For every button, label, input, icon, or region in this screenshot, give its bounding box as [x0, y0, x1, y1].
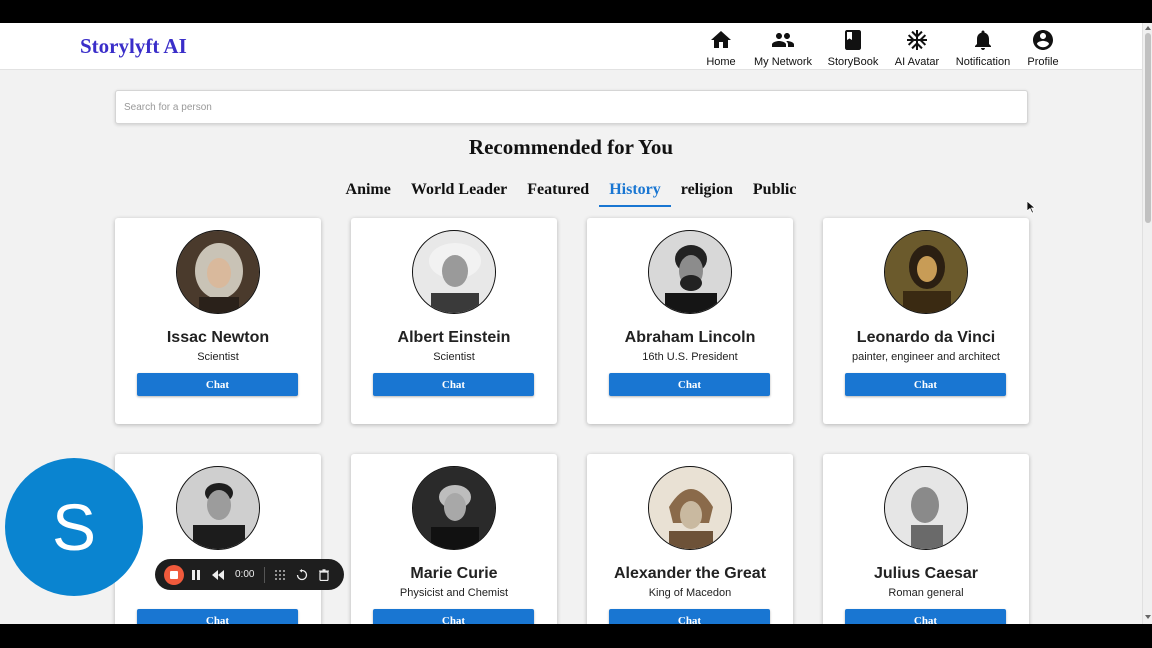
- trash-icon: [319, 568, 330, 581]
- nav-profile-label: Profile: [1027, 56, 1059, 68]
- person-role: painter, engineer and architect: [852, 351, 1000, 363]
- person-portrait: [176, 230, 260, 314]
- person-card: Albert Einstein Scientist Chat: [351, 218, 557, 424]
- drag-handle[interactable]: [269, 564, 291, 586]
- person-name: Abraham Lincoln: [624, 329, 756, 346]
- chat-button[interactable]: Chat: [845, 609, 1006, 624]
- bell-icon: [975, 30, 991, 50]
- nav-my-network-label: My Network: [753, 56, 813, 68]
- brand-logo[interactable]: Storylyft AI: [80, 34, 187, 59]
- screen-bottom-border: [0, 624, 1152, 648]
- scroll-up-arrow-icon[interactable]: [1145, 26, 1151, 30]
- chat-button[interactable]: Chat: [137, 373, 298, 396]
- tab-religion[interactable]: religion: [671, 178, 743, 207]
- person-portrait: [884, 466, 968, 550]
- recording-time: 0:00: [235, 569, 255, 580]
- user-avatar[interactable]: S: [5, 458, 143, 596]
- person-card: Issac Newton Scientist Chat: [115, 218, 321, 424]
- nav-notification[interactable]: Notification: [956, 28, 1010, 68]
- chat-button[interactable]: Chat: [845, 373, 1006, 396]
- person-name: Julius Caesar: [873, 565, 979, 582]
- person-card: Alexander the Great King of Macedon Chat: [587, 454, 793, 624]
- people-icon: [772, 33, 794, 47]
- nav-ai-avatar[interactable]: AI Avatar: [895, 28, 939, 68]
- scroll-thumb[interactable]: [1145, 33, 1151, 223]
- person-portrait: [648, 466, 732, 550]
- app-bar: Storylyft AI Home My Network StoryBook A…: [0, 23, 1142, 70]
- restart-icon: [297, 568, 308, 580]
- tab-featured[interactable]: Featured: [517, 178, 599, 207]
- recorder-divider: [264, 566, 266, 583]
- tab-world-leader[interactable]: World Leader: [401, 178, 517, 207]
- rewind-button[interactable]: [207, 564, 229, 586]
- account-circle-icon: [1033, 30, 1053, 50]
- stop-icon: [164, 564, 184, 585]
- person-name: Albert Einstein: [397, 329, 511, 346]
- screen-top-border: [0, 0, 1152, 23]
- person-name: Alexander the Great: [613, 565, 767, 582]
- pause-button[interactable]: [185, 564, 207, 586]
- nav-storybook[interactable]: StoryBook: [828, 28, 878, 68]
- category-tabs: Anime World Leader Featured History reli…: [0, 178, 1142, 207]
- person-name: Issac Newton: [166, 329, 270, 346]
- person-card: Abraham Lincoln 16th U.S. President Chat: [587, 218, 793, 424]
- person-portrait: [412, 466, 496, 550]
- scroll-down-arrow-icon[interactable]: [1145, 615, 1151, 619]
- tab-history[interactable]: History: [599, 178, 671, 207]
- drag-dots-icon: [275, 569, 286, 580]
- person-card: Nikola Tesla Chat: [115, 454, 321, 624]
- chat-button[interactable]: Chat: [373, 373, 534, 396]
- rewind-icon: [212, 569, 224, 580]
- mouse-cursor-icon: [1027, 201, 1037, 214]
- chat-button[interactable]: Chat: [609, 609, 770, 624]
- nav-home[interactable]: Home: [706, 28, 736, 68]
- user-initial: S: [51, 490, 97, 564]
- screen-recorder-toolbar: 0:00: [155, 559, 344, 590]
- pause-icon: [192, 569, 200, 580]
- tab-anime[interactable]: Anime: [336, 178, 401, 207]
- person-portrait: [412, 230, 496, 314]
- person-portrait: [176, 466, 260, 550]
- nav-storybook-label: StoryBook: [827, 56, 879, 68]
- book-icon: [845, 30, 861, 50]
- nav-ai-avatar-label: AI Avatar: [894, 56, 940, 68]
- delete-button[interactable]: [313, 564, 335, 586]
- home-icon: [711, 31, 731, 48]
- search-input[interactable]: [115, 90, 1028, 124]
- person-card: Leonardo da Vinci painter, engineer and …: [823, 218, 1029, 424]
- person-role: King of Macedon: [648, 587, 732, 599]
- nav-my-network[interactable]: My Network: [754, 28, 812, 68]
- chat-button[interactable]: Chat: [609, 373, 770, 396]
- person-portrait: [884, 230, 968, 314]
- person-name: Leonardo da Vinci: [856, 329, 996, 346]
- page-scrollbar[interactable]: [1142, 23, 1152, 624]
- person-role: Scientist: [197, 351, 239, 363]
- tab-public[interactable]: Public: [743, 178, 807, 207]
- nav-home-label: Home: [706, 56, 736, 68]
- person-role: 16th U.S. President: [642, 351, 738, 363]
- chat-button[interactable]: Chat: [373, 609, 534, 624]
- page-title: Recommended for You: [468, 135, 674, 159]
- stop-record-button[interactable]: [163, 564, 185, 586]
- person-role: Physicist and Chemist: [399, 587, 509, 599]
- person-card: Marie Curie Physicist and Chemist Chat: [351, 454, 557, 624]
- person-portrait: [648, 230, 732, 314]
- person-name: Marie Curie: [410, 565, 498, 582]
- person-card: Julius Caesar Roman general Chat: [823, 454, 1029, 624]
- chat-button[interactable]: Chat: [137, 609, 298, 624]
- nav-profile[interactable]: Profile: [1026, 28, 1060, 68]
- browser-viewport: Storylyft AI Home My Network StoryBook A…: [0, 23, 1152, 624]
- person-role: Scientist: [433, 351, 475, 363]
- snowflake-icon: [907, 30, 927, 50]
- person-role: Roman general: [888, 587, 964, 599]
- nav-notification-label: Notification: [955, 56, 1011, 68]
- restart-button[interactable]: [291, 564, 313, 586]
